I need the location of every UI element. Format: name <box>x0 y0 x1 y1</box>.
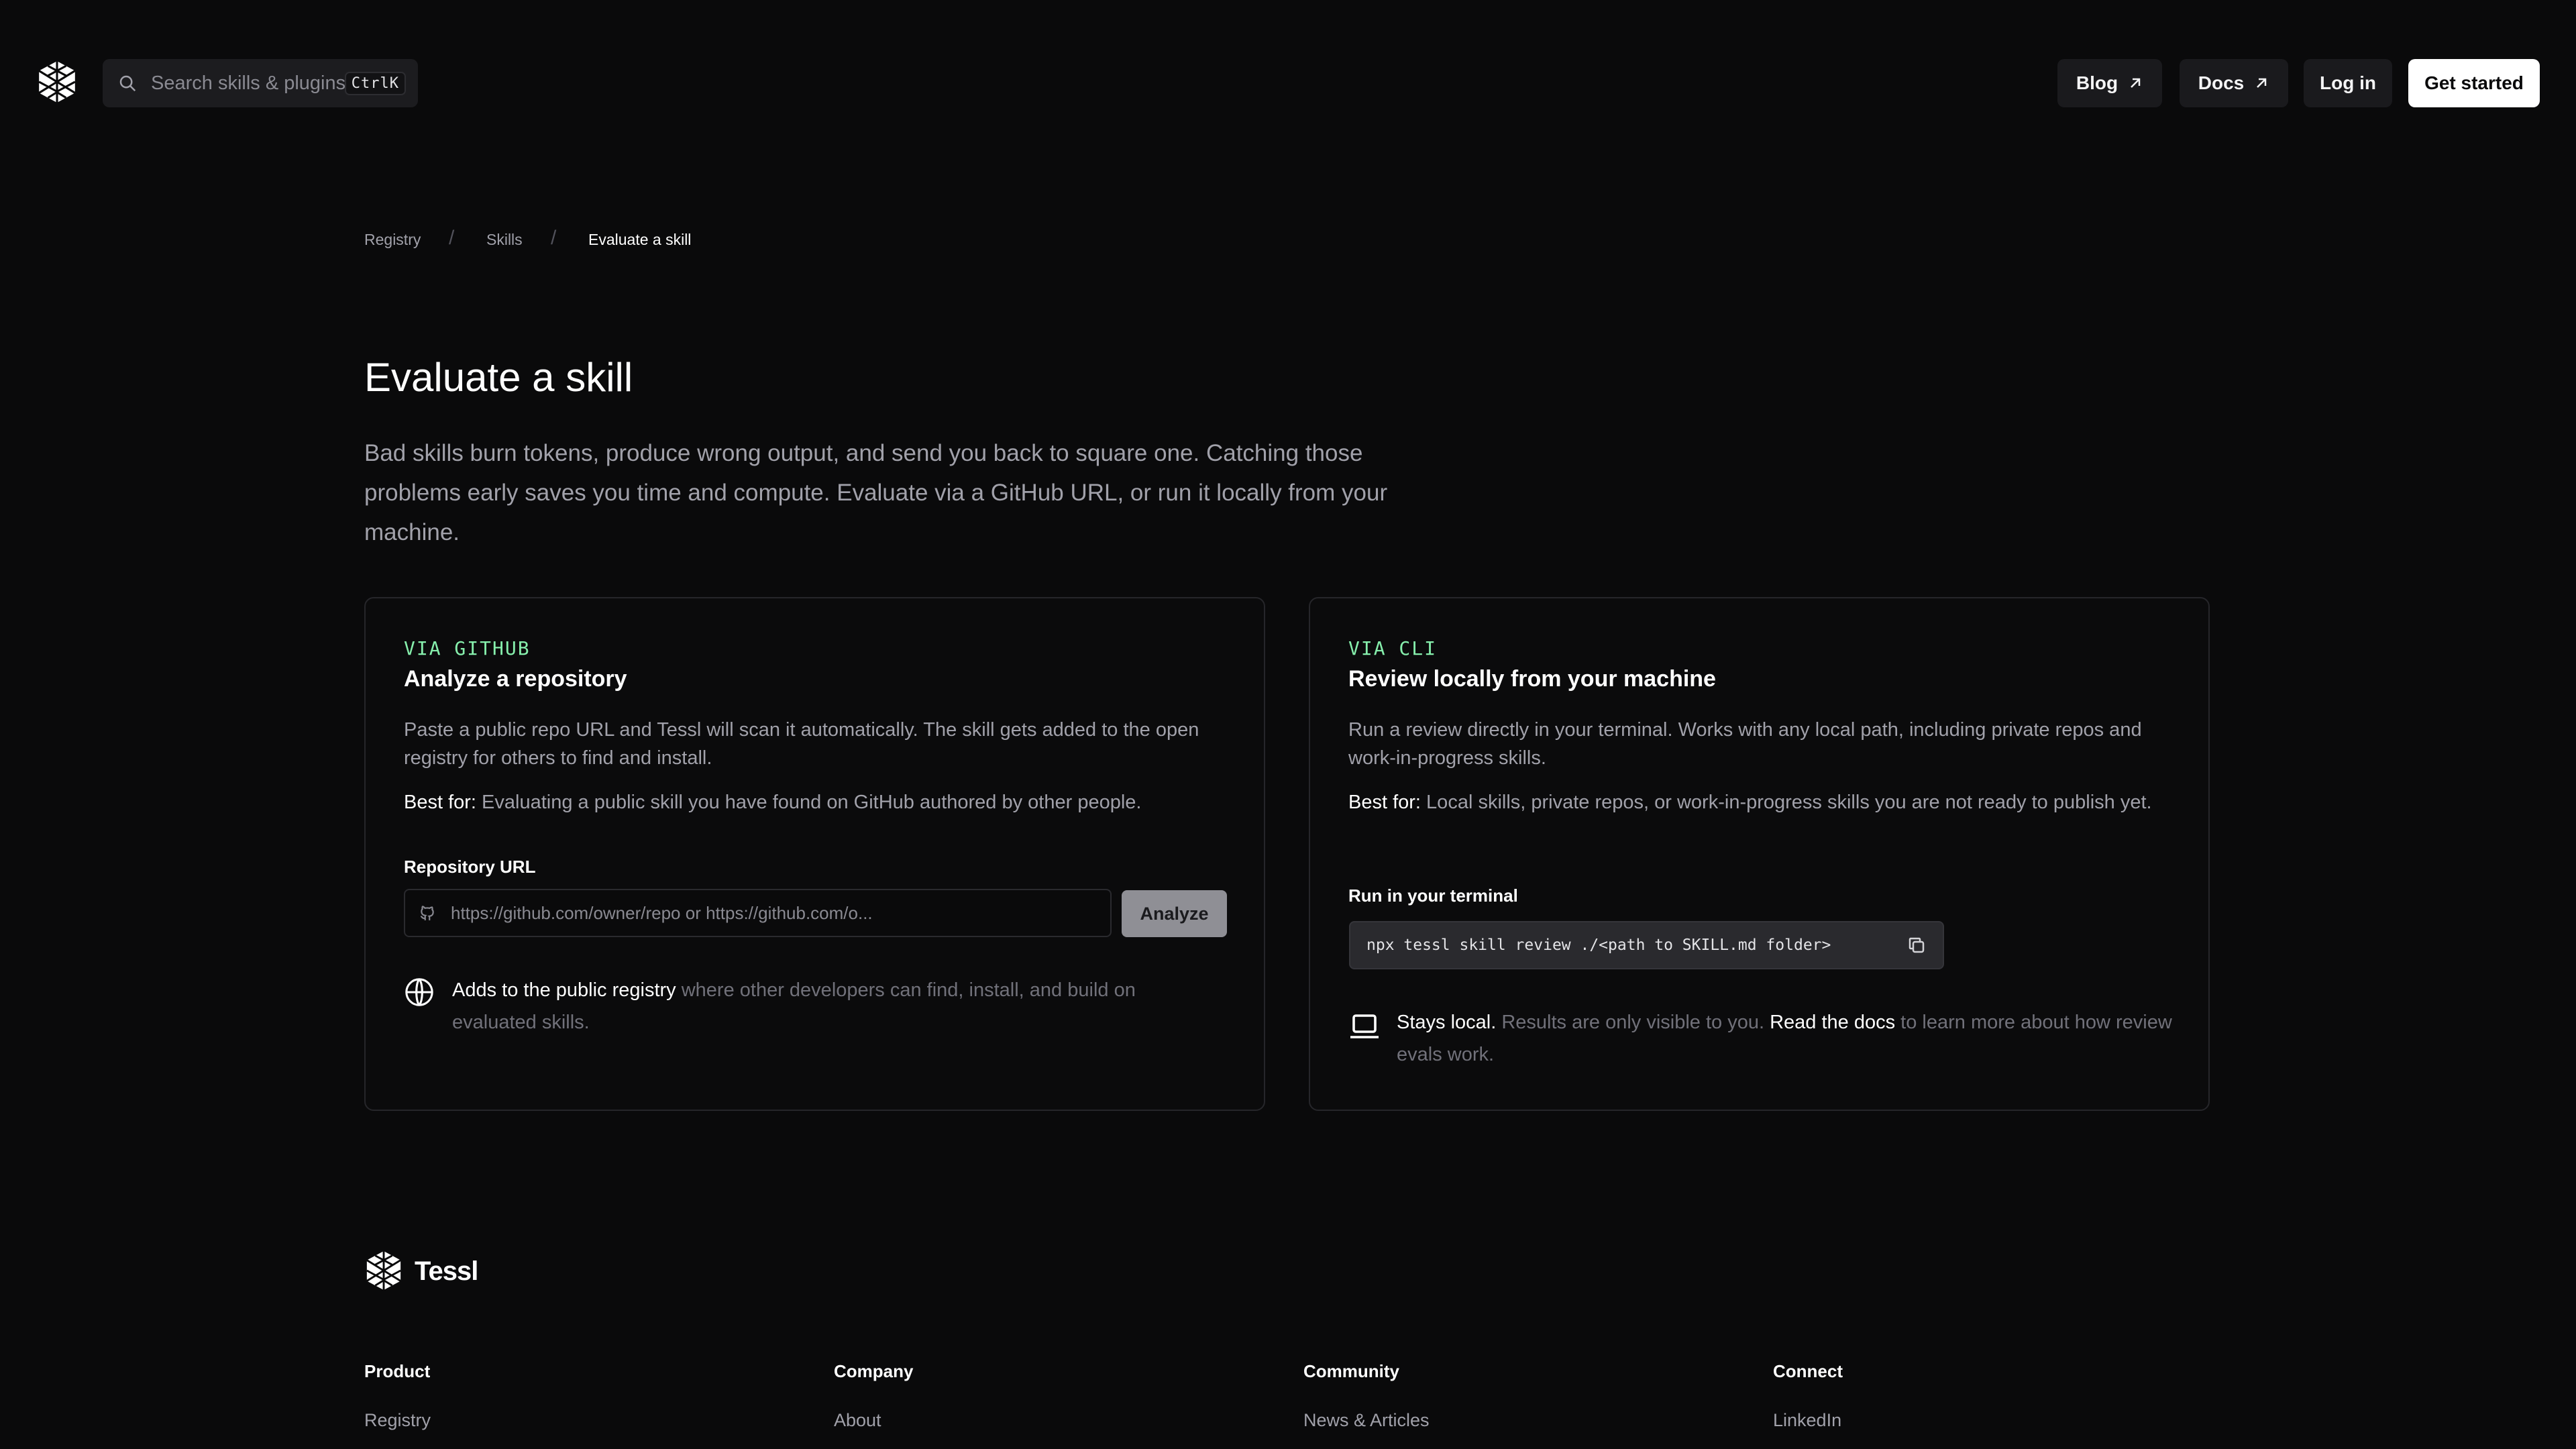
get-started-label: Get started <box>2424 72 2524 93</box>
cli-eyebrow: VIA CLI <box>1348 637 1438 659</box>
footer-heading-product: Product <box>364 1361 431 1381</box>
search-bar[interactable]: Search skills & plugins... CtrlK <box>103 59 418 107</box>
docs-label: Docs <box>2198 72 2245 93</box>
repository-url-placeholder: https://github.com/owner/repo or https:/… <box>451 902 873 923</box>
footer-heading-community: Community <box>1303 1361 1399 1381</box>
best-for-label: Best for: <box>404 792 476 813</box>
github-card-title: Analyze a repository <box>404 666 627 692</box>
repository-url-label: Repository URL <box>404 857 536 877</box>
page-title: Evaluate a skill <box>364 355 633 400</box>
command-text: npx tessl skill review ./<path to SKILL.… <box>1366 936 1831 954</box>
tessl-logo-icon[interactable] <box>364 1250 403 1291</box>
footer-link-news[interactable]: News & Articles <box>1303 1410 1430 1431</box>
note-highlight: Adds to the public registry <box>452 979 676 1001</box>
best-for-text: Local skills, private repos, or work-in-… <box>1421 792 2152 813</box>
terminal-command: npx tessl skill review ./<path to SKILL.… <box>1349 921 1944 969</box>
terminal-label: Run in your terminal <box>1348 885 1518 906</box>
read-the-docs-link[interactable]: Read the docs <box>1770 1012 1895 1033</box>
cli-best-for: Best for: Local skills, private repos, o… <box>1348 788 2167 816</box>
repository-url-input[interactable]: https://github.com/owner/repo or https:/… <box>404 889 1112 937</box>
note-highlight: Stays local. <box>1397 1012 1497 1033</box>
best-for-text: Evaluating a public skill you have found… <box>476 792 1142 813</box>
get-started-button[interactable]: Get started <box>2408 59 2540 107</box>
laptop-icon <box>1348 1012 1381 1041</box>
github-card-description: Paste a public repo URL and Tessl will s… <box>404 719 1199 769</box>
arrow-up-right-icon <box>2244 75 2269 91</box>
breadcrumb-current: Evaluate a skill <box>588 231 692 248</box>
tessl-logo-icon[interactable] <box>36 60 78 104</box>
note-text: Results are only visible to you. <box>1496 1012 1770 1033</box>
breadcrumb-registry[interactable]: Registry <box>364 231 421 249</box>
footer-link-about[interactable]: About <box>834 1410 881 1431</box>
search-shortcut: CtrlK <box>344 71 406 95</box>
breadcrumb-skills[interactable]: Skills <box>486 231 523 249</box>
breadcrumb-separator: / <box>449 227 455 249</box>
analyze-button[interactable]: Analyze <box>1122 890 1227 937</box>
footer-link-linkedin[interactable]: LinkedIn <box>1773 1410 1841 1431</box>
arrow-up-right-icon <box>2118 75 2143 91</box>
globe-icon <box>404 977 435 1008</box>
footer-brand: Tessl <box>415 1256 478 1286</box>
github-registry-note: Adds to the public registry where other … <box>452 974 1224 1038</box>
footer-heading-company: Company <box>834 1361 914 1381</box>
cli-card-title: Review locally from your machine <box>1348 666 1716 692</box>
footer-link-registry[interactable]: Registry <box>364 1410 431 1431</box>
blog-label: Blog <box>2076 72 2118 93</box>
login-button[interactable]: Log in <box>2304 59 2392 107</box>
cli-card-description: Run a review directly in your terminal. … <box>1348 719 2142 769</box>
blog-button[interactable]: Blog <box>2057 59 2162 107</box>
footer-heading-connect: Connect <box>1773 1361 1843 1381</box>
login-label: Log in <box>2320 72 2376 93</box>
copy-icon[interactable] <box>1907 935 1927 955</box>
github-best-for: Best for: Evaluating a public skill you … <box>404 788 1236 816</box>
best-for-label: Best for: <box>1348 792 1421 813</box>
cli-local-note: Stays local. Results are only visible to… <box>1397 1006 2188 1071</box>
github-eyebrow: VIA GITHUB <box>404 637 531 659</box>
breadcrumb-separator: / <box>551 227 557 249</box>
github-icon <box>419 904 451 922</box>
page-lead: Bad skills burn tokens, produce wrong ou… <box>364 440 1388 545</box>
search-icon <box>117 73 138 93</box>
search-placeholder: Search skills & plugins... <box>151 72 345 94</box>
docs-button[interactable]: Docs <box>2180 59 2288 107</box>
